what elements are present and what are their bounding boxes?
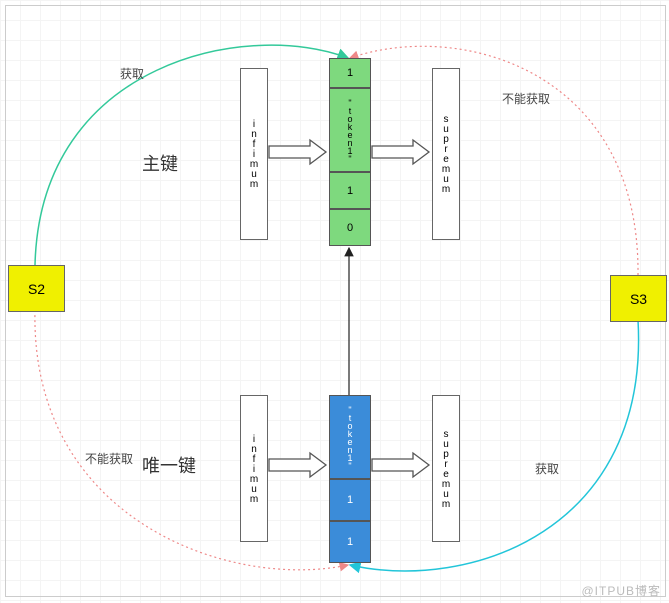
uk-cell-token: "token1" <box>329 395 371 479</box>
uk-label: 唯一键 <box>142 452 196 478</box>
session-s2: S2 <box>8 265 65 312</box>
pk-cell-1: 1 <box>329 58 371 88</box>
val: "token1" <box>345 98 355 162</box>
session-s3: S3 <box>610 275 667 322</box>
pk-right-note: 不能获取 <box>502 90 550 107</box>
label: S2 <box>28 281 45 297</box>
pk-label: 主键 <box>142 150 178 176</box>
diagram-canvas: S2 S3 主键 唯一键 获取 不能获取 不能获取 获取 infimum sup… <box>0 0 669 603</box>
val: 1 <box>347 494 353 506</box>
label: S3 <box>630 291 647 307</box>
pk-infimum: infimum <box>240 68 268 240</box>
uk-infimum: infimum <box>240 395 268 542</box>
uk-cell-3: 1 <box>329 521 371 563</box>
val: "token1" <box>345 405 355 469</box>
pk-cell-3: 1 <box>329 172 371 209</box>
pk-cell-4: 0 <box>329 209 371 246</box>
val: 0 <box>347 222 353 234</box>
uk-cell-2: 1 <box>329 479 371 521</box>
label: infimum <box>249 119 260 189</box>
label: supremum <box>441 429 452 509</box>
uk-left-note: 不能获取 <box>85 450 133 467</box>
watermark: @ITPUB博客 <box>581 582 661 599</box>
label: infimum <box>249 434 260 504</box>
pk-cell-token: "token1" <box>329 88 371 172</box>
pk-left-note: 获取 <box>120 65 144 82</box>
uk-supremum: supremum <box>432 395 460 542</box>
uk-right-note: 获取 <box>535 460 559 477</box>
val: 1 <box>347 536 353 548</box>
val: 1 <box>347 185 353 197</box>
pk-supremum: supremum <box>432 68 460 240</box>
label: supremum <box>441 114 452 194</box>
val: 1 <box>347 67 353 79</box>
